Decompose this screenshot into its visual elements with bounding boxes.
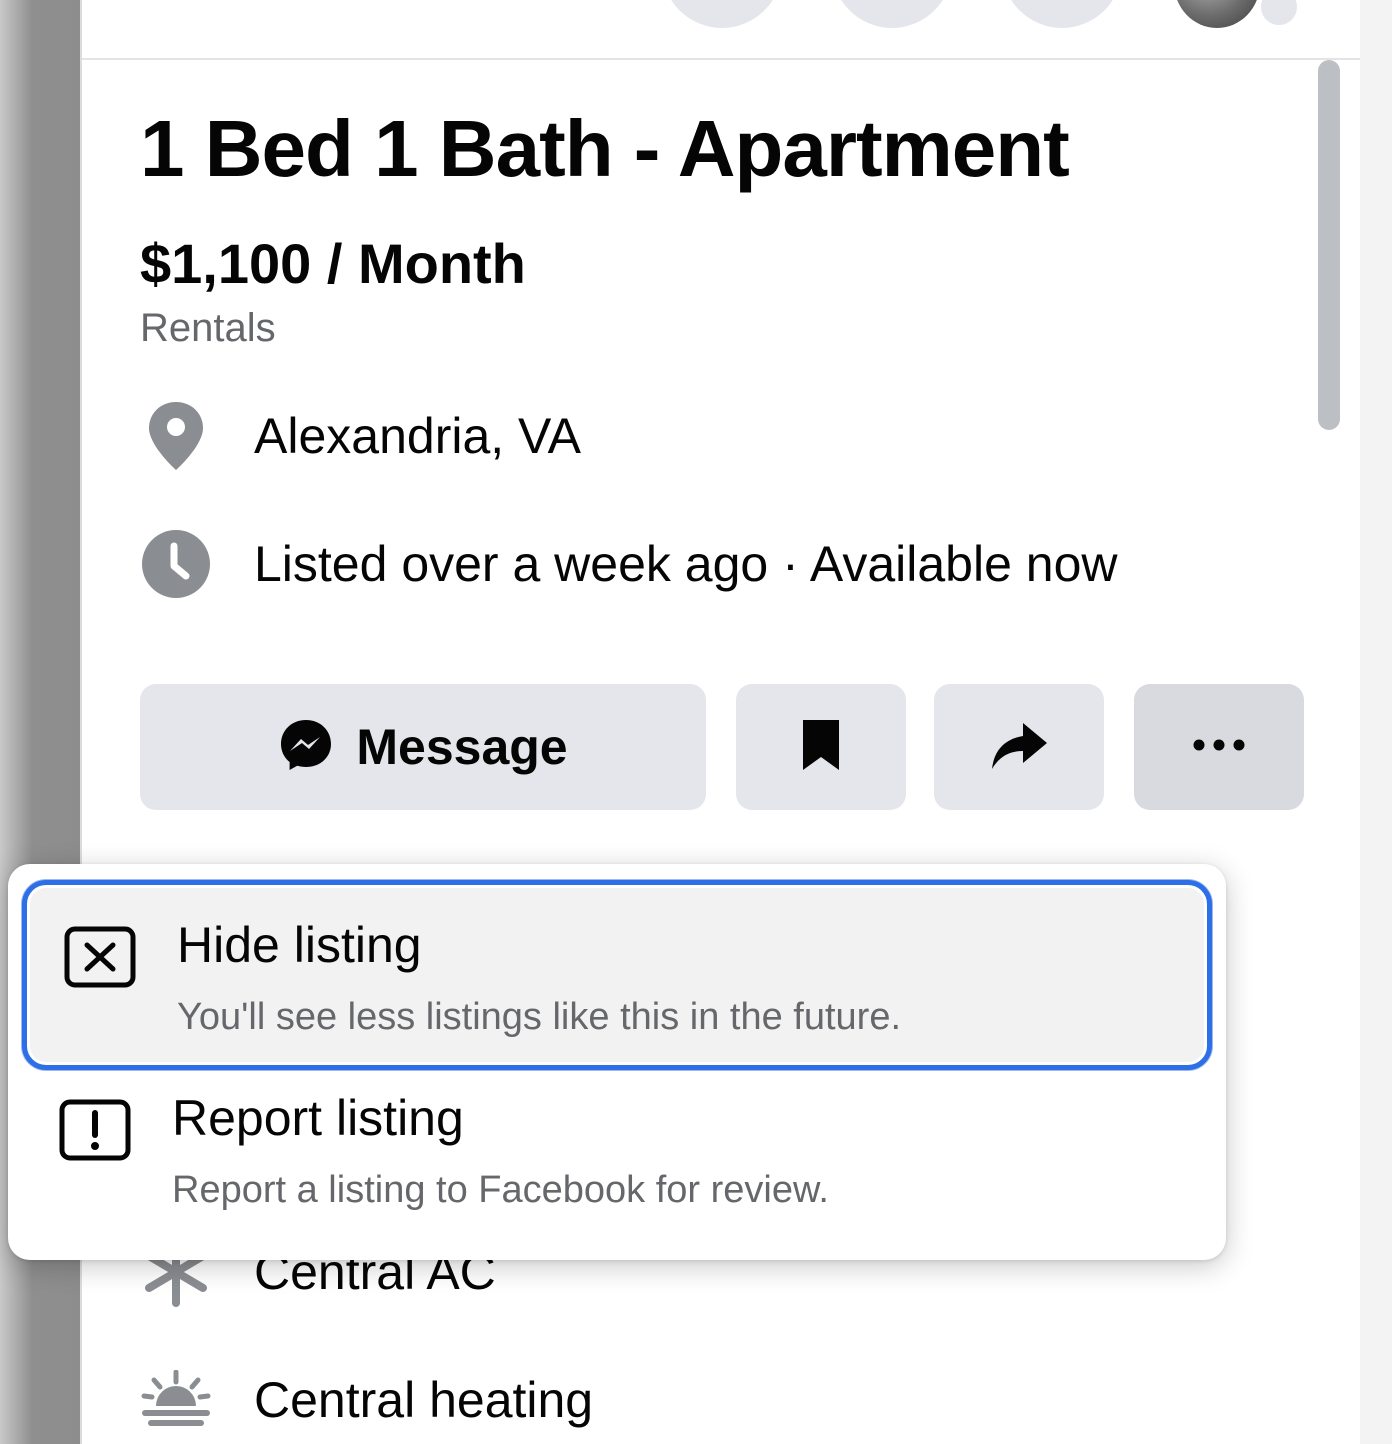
menu-caret	[1160, 826, 1220, 866]
top-nav-bar	[82, 0, 1360, 60]
listing-price: $1,100 / Month	[140, 232, 526, 295]
menu-item-report-listing[interactable]: Report listing Report a listing to Faceb…	[22, 1072, 1212, 1262]
menu-item-hide-listing[interactable]: Hide listing You'll see less listings li…	[22, 880, 1212, 1070]
window-edge	[1357, 0, 1392, 1444]
save-button[interactable]	[736, 684, 906, 810]
location-pin-icon	[140, 400, 212, 472]
heating-icon	[140, 1364, 212, 1436]
listed-time-row: Listed over a week ago · Available now	[140, 524, 1118, 604]
amenity-label: Central heating	[254, 1372, 594, 1428]
avatar[interactable]	[1174, 0, 1260, 28]
menu-item-subtitle: You'll see less listings like this in th…	[177, 996, 902, 1038]
more-options-menu: Hide listing You'll see less listings li…	[8, 864, 1226, 1260]
listing-category-link[interactable]: Rentals	[140, 304, 276, 352]
listing-title: 1 Bed 1 Bath - Apartment	[140, 104, 1070, 193]
menu-nav-button[interactable]	[662, 0, 782, 28]
clock-icon	[140, 528, 212, 600]
more-options-button[interactable]	[1134, 684, 1304, 810]
scrollbar[interactable]	[1318, 60, 1340, 430]
listed-time-text: Listed over a week ago · Available now	[254, 536, 1118, 592]
share-arrow-icon	[989, 719, 1049, 776]
bookmark-icon	[799, 717, 843, 778]
messenger-nav-button[interactable]	[832, 0, 952, 28]
close-box-icon	[63, 925, 139, 989]
report-alert-icon	[58, 1098, 134, 1162]
message-button-label: Message	[356, 719, 568, 775]
menu-item-title: Hide listing	[177, 917, 422, 973]
share-button[interactable]	[934, 684, 1104, 810]
ellipsis-icon	[1193, 738, 1245, 757]
messenger-icon	[278, 717, 334, 778]
account-chevron-icon[interactable]	[1258, 0, 1300, 28]
location-row: Alexandria, VA	[140, 396, 581, 476]
menu-item-title: Report listing	[172, 1090, 464, 1146]
notifications-nav-button[interactable]	[1002, 0, 1122, 28]
amenity-central-heating: Central heating	[140, 1360, 593, 1440]
message-button[interactable]: Message	[140, 684, 706, 810]
location-text: Alexandria, VA	[254, 408, 582, 464]
menu-item-subtitle: Report a listing to Facebook for review.	[172, 1169, 829, 1211]
